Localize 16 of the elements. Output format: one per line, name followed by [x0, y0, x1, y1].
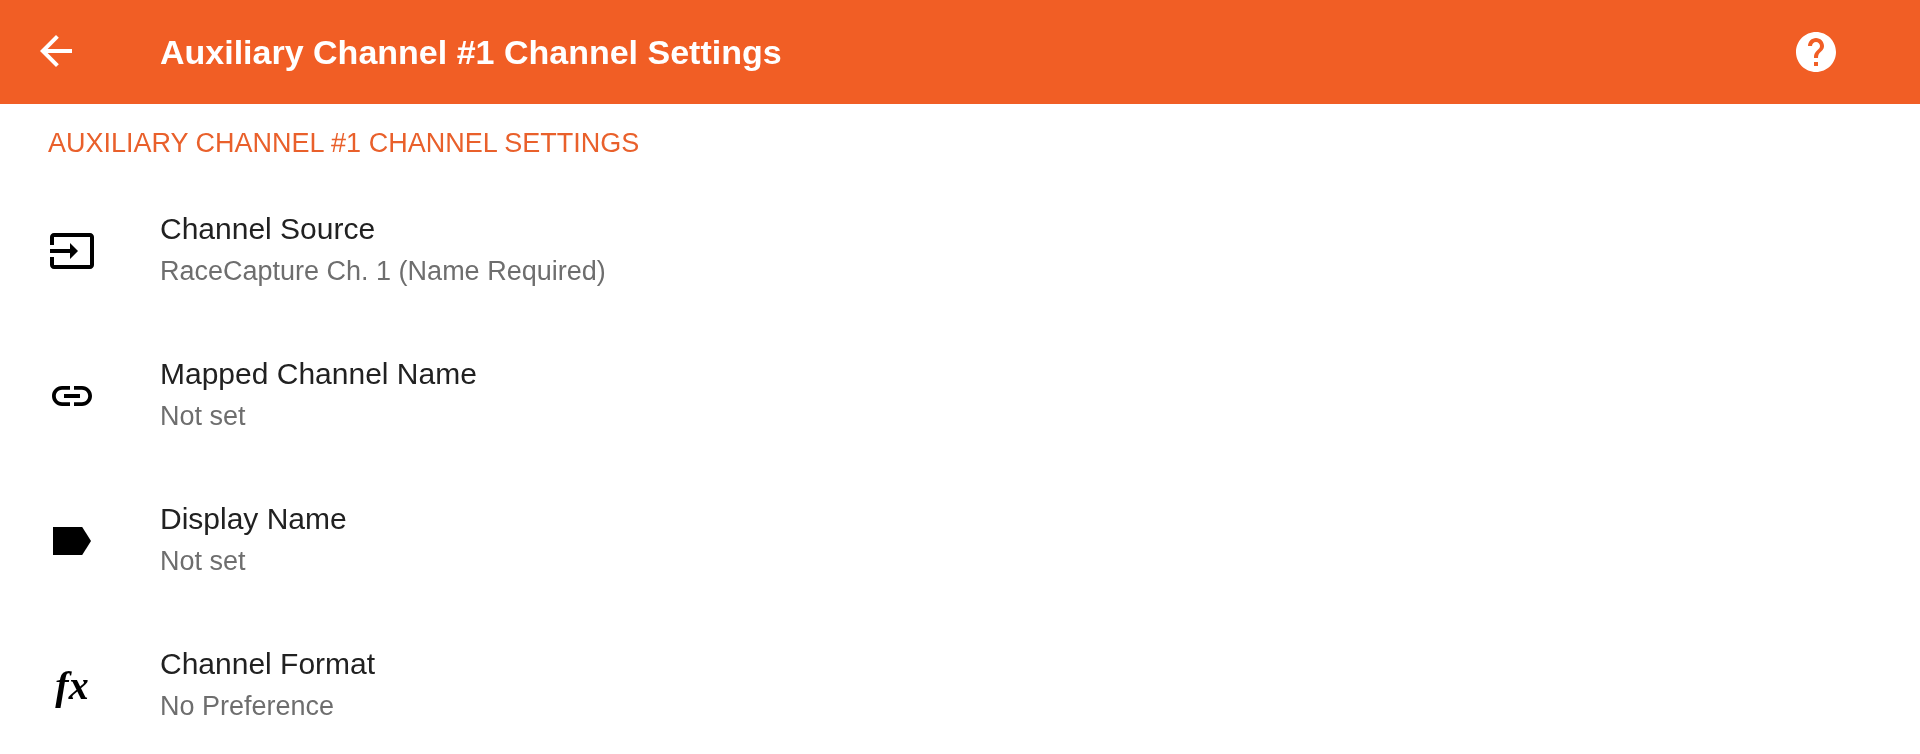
back-icon[interactable]	[40, 35, 72, 67]
setting-value: Not set	[160, 399, 246, 433]
link-icon	[52, 385, 92, 406]
setting-value: RaceCapture Ch. 1 (Name Required)	[160, 254, 606, 288]
setting-title[interactable]: Channel Format	[160, 643, 376, 684]
setting-title[interactable]: Mapped Channel Name	[160, 353, 477, 394]
setting-title[interactable]: Channel Source	[160, 208, 376, 249]
fx-icon: fx	[55, 665, 89, 706]
setting-value: Not set	[160, 544, 246, 578]
input-icon	[50, 232, 94, 269]
screen-title: Auxiliary Channel #1 Channel Settings	[160, 32, 782, 72]
setting-title[interactable]: Display Name	[160, 498, 347, 539]
help-icon[interactable]	[1796, 32, 1836, 72]
setting-value: No Preference	[160, 689, 335, 723]
section-header: AUXILIARY CHANNEL #1 CHANNEL SETTINGS	[48, 129, 640, 157]
label-icon	[53, 526, 91, 555]
